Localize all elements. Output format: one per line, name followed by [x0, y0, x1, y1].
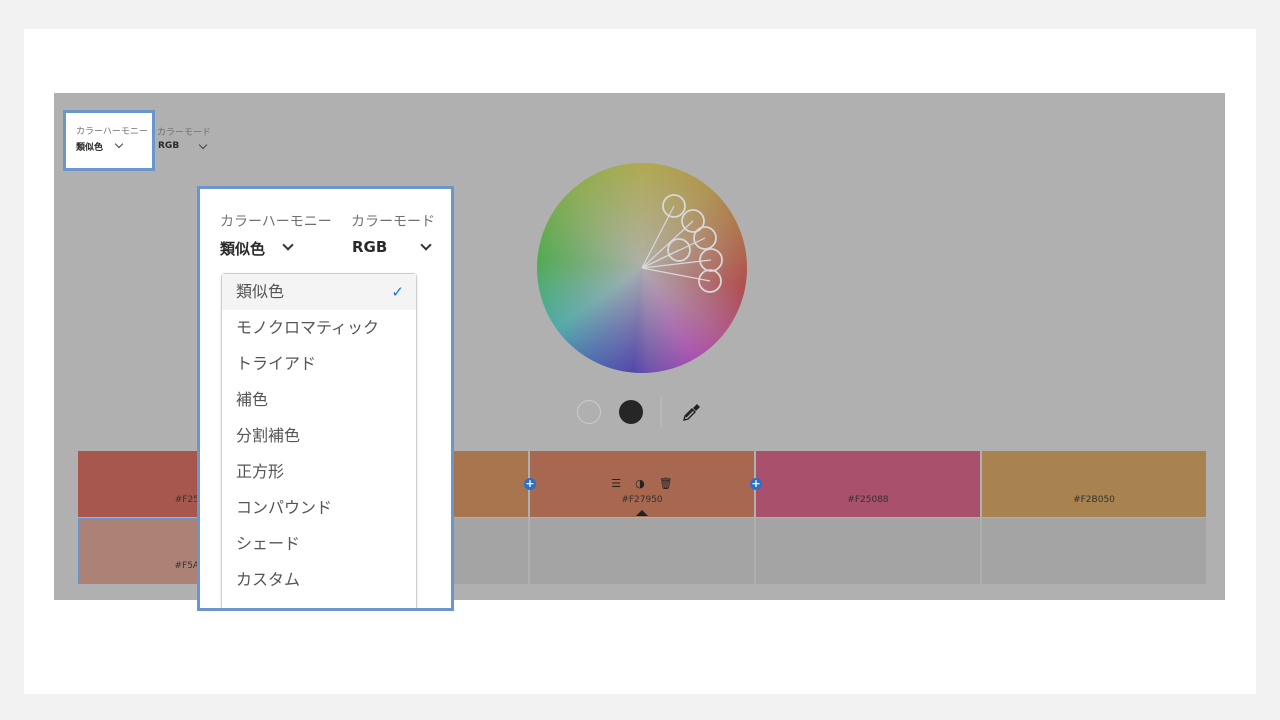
mode-dropdown[interactable]: RGB	[158, 141, 179, 151]
shade-swatch[interactable]	[756, 518, 980, 584]
harmony-option[interactable]: 補色	[222, 382, 416, 418]
color-swatch[interactable]: #F2B050	[982, 451, 1206, 517]
option-label: モノクロマティック	[236, 318, 380, 337]
harmony-dropdown[interactable]: 類似色	[76, 140, 103, 153]
swatch-hex: #F2B050	[1073, 495, 1115, 505]
check-icon: ✓	[391, 283, 404, 301]
option-label: 補色	[236, 390, 269, 409]
harmony-dropdown[interactable]: 類似色	[220, 238, 265, 259]
light-mode-icon[interactable]	[576, 399, 602, 425]
harmony-option[interactable]: コンパウンド	[222, 490, 416, 526]
adjust-icon[interactable]: ☰	[611, 477, 635, 490]
harmony-option[interactable]: カスタム	[222, 562, 416, 598]
shade-swatch[interactable]	[982, 518, 1206, 584]
chevron-down-icon[interactable]	[420, 239, 432, 251]
harmony-handles[interactable]	[537, 163, 747, 373]
option-label: コンパウンド	[236, 498, 333, 517]
option-label: 分割補色	[236, 426, 301, 445]
option-label: シェード	[236, 534, 301, 553]
selected-indicator	[636, 510, 648, 516]
harmony-label: カラーハーモニー	[76, 127, 148, 137]
mode-label: カラーモード	[351, 214, 435, 230]
add-color-button[interactable]: +	[750, 478, 762, 490]
swatch-hex: #F25088	[847, 495, 889, 505]
harmony-option[interactable]: 類似色 ✓	[222, 274, 416, 310]
option-label: 類似色	[236, 282, 285, 301]
trash-icon[interactable]: 🗑	[659, 477, 687, 490]
option-label: 正方形	[236, 462, 285, 481]
option-label: カスタム	[236, 570, 301, 589]
harmony-option[interactable]: 正方形	[222, 454, 416, 490]
mode-label: カラーモード	[157, 128, 212, 138]
option-label: トライアド	[236, 354, 317, 373]
dark-mode-icon[interactable]	[619, 400, 643, 424]
harmony-dropdown-menu: 類似色 ✓ モノクロマティック トライアド補色分割補色正方形コンパウンド シェードカスタ…	[221, 273, 417, 608]
eyedropper-icon[interactable]	[683, 404, 700, 421]
mode-dropdown[interactable]: RGB	[352, 238, 387, 256]
harmony-option[interactable]: シェード	[222, 526, 416, 562]
chevron-down-icon[interactable]	[198, 140, 208, 150]
shade-swatch[interactable]	[530, 518, 754, 584]
contrast-icon[interactable]: ◑	[635, 477, 659, 490]
add-color-button[interactable]: +	[524, 478, 536, 490]
harmony-option[interactable]: トライアド	[222, 346, 416, 382]
harmony-option[interactable]: 分割補色	[222, 418, 416, 454]
harmony-option[interactable]: モノクロマティック	[222, 310, 416, 346]
color-swatch[interactable]: #F27950 ☰◑🗑	[530, 451, 754, 517]
harmony-callout: カラーハーモニー 類似色 カラーモード RGB 類似色 ✓ モノクロマティック トライ…	[197, 186, 454, 611]
harmony-label: カラーハーモニー	[220, 214, 332, 230]
harmony-highlight[interactable]: カラーハーモニー 類似色	[63, 110, 155, 171]
swatch-hex: #F27950	[621, 495, 663, 505]
color-swatch[interactable]: #F25088	[756, 451, 980, 517]
chevron-down-icon[interactable]	[114, 139, 124, 149]
chevron-down-icon[interactable]	[282, 239, 294, 251]
